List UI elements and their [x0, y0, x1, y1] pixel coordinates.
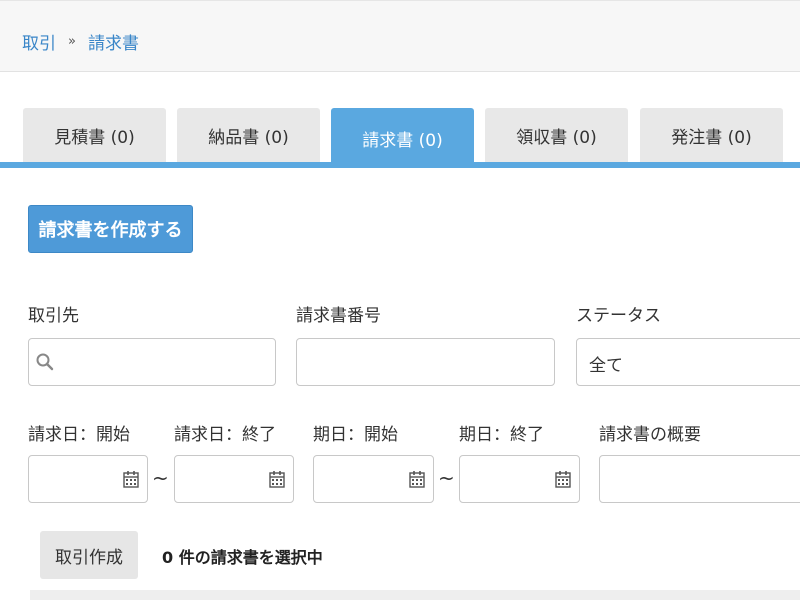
status-select[interactable]: 全て — [576, 338, 800, 386]
summary-label: 請求書の概要 — [599, 425, 701, 445]
partner-search-input[interactable] — [28, 338, 276, 386]
due-date-end-label: 期日：終了 — [459, 425, 544, 445]
tab-receipts[interactable]: 領収書 (0) — [485, 108, 628, 162]
due-date-start-input[interactable] — [313, 455, 434, 503]
tab-delivery-notes[interactable]: 納品書 (0) — [177, 108, 320, 162]
due-date-end-input[interactable] — [459, 455, 580, 503]
status-label: ステータス — [576, 306, 661, 326]
breadcrumb: 取引 » 請求書 — [22, 29, 139, 54]
invoice-number-label: 請求書番号 — [296, 306, 381, 326]
breadcrumb-link-invoices[interactable]: 請求書 — [88, 29, 139, 54]
invoice-date-start-label: 請求日：開始 — [28, 425, 130, 445]
document-tabs: 見積書 (0) 納品書 (0) 請求書 (0) 領収書 (0) 発注書 (0) — [0, 108, 800, 168]
breadcrumb-bar: 取引 » 請求書 — [0, 0, 800, 72]
search-icon — [36, 353, 54, 371]
invoice-date-end-input[interactable] — [174, 455, 294, 503]
table-header-strip — [30, 590, 800, 600]
tab-estimates[interactable]: 見積書 (0) — [23, 108, 166, 162]
invoice-date-start-input[interactable] — [28, 455, 148, 503]
tab-purchase-orders[interactable]: 発注書 (0) — [640, 108, 783, 162]
invoice-number-input[interactable] — [296, 338, 555, 386]
create-transaction-button[interactable]: 取引作成 — [40, 531, 138, 579]
tab-underline — [0, 162, 800, 168]
summary-input[interactable] — [599, 455, 800, 503]
partner-label: 取引先 — [28, 306, 79, 326]
due-date-start-label: 期日：開始 — [313, 425, 398, 445]
create-invoice-button[interactable]: 請求書を作成する — [28, 205, 193, 253]
selected-count-text: 0 件の請求書を選択中 — [162, 548, 323, 567]
breadcrumb-separator: » — [68, 34, 76, 49]
calendar-icon[interactable] — [123, 470, 139, 488]
invoice-date-end-label: 請求日：終了 — [174, 425, 276, 445]
calendar-icon[interactable] — [555, 470, 571, 488]
tab-invoices[interactable]: 請求書 (0) — [331, 108, 474, 168]
due-range-separator: ~ — [438, 466, 455, 490]
calendar-icon[interactable] — [269, 470, 285, 488]
breadcrumb-link-transactions[interactable]: 取引 — [22, 29, 56, 54]
status-value: 全て — [589, 356, 623, 376]
calendar-icon[interactable] — [409, 470, 425, 488]
date-range-separator: ~ — [152, 466, 169, 490]
